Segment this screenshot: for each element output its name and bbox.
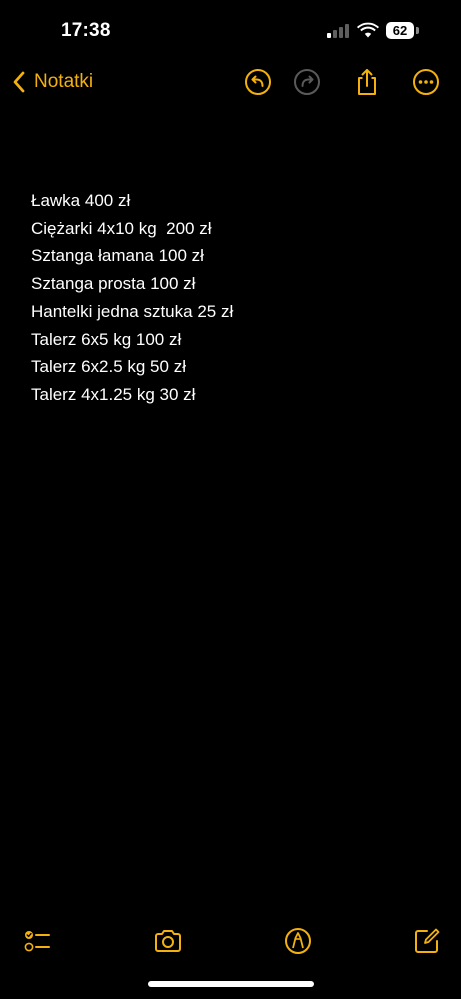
redo-icon	[294, 69, 320, 95]
navigation-bar: Notatki	[0, 60, 461, 104]
compose-button[interactable]	[412, 926, 442, 956]
undo-button[interactable]	[243, 67, 273, 97]
more-icon	[413, 69, 439, 95]
note-line[interactable]: Talerz 4x1.25 kg 30 zł	[31, 381, 431, 409]
undo-icon	[245, 69, 271, 95]
note-line[interactable]: Talerz 6x2.5 kg 50 zł	[31, 353, 431, 381]
wifi-icon	[357, 22, 379, 38]
camera-icon	[155, 930, 181, 952]
status-bar: 17:38 62	[0, 0, 461, 60]
note-body[interactable]: Ławka 400 zł Ciężarki 4x10 kg 200 zł Szt…	[31, 187, 431, 409]
note-line[interactable]: Ciężarki 4x10 kg 200 zł	[31, 215, 431, 243]
note-line[interactable]: Talerz 6x5 kg 100 zł	[31, 326, 431, 354]
checklist-icon	[24, 931, 50, 952]
camera-button[interactable]	[153, 926, 183, 956]
redo-button[interactable]	[292, 67, 322, 97]
back-button[interactable]: Notatki	[10, 68, 93, 96]
status-time: 17:38	[61, 20, 111, 41]
battery-level: 62	[386, 22, 414, 39]
more-button[interactable]	[411, 67, 441, 97]
battery-indicator: 62	[386, 22, 419, 39]
note-line[interactable]: Sztanga łamana 100 zł	[31, 242, 431, 270]
bottom-toolbar	[0, 918, 461, 962]
cellular-signal-icon	[327, 24, 349, 38]
battery-cap	[416, 27, 419, 34]
back-label: Notatki	[34, 71, 94, 92]
home-indicator[interactable]	[148, 981, 314, 987]
note-line[interactable]: Hantelki jedna sztuka 25 zł	[31, 298, 431, 326]
markup-pen-icon	[285, 928, 311, 954]
markup-button[interactable]	[283, 926, 313, 956]
checklist-button[interactable]	[22, 926, 52, 956]
note-line[interactable]: Sztanga prosta 100 zł	[31, 270, 431, 298]
note-line[interactable]: Ławka 400 zł	[31, 187, 431, 215]
compose-icon	[415, 928, 440, 953]
share-icon	[358, 69, 376, 95]
share-button[interactable]	[352, 67, 382, 97]
chevron-left-icon	[13, 71, 25, 93]
